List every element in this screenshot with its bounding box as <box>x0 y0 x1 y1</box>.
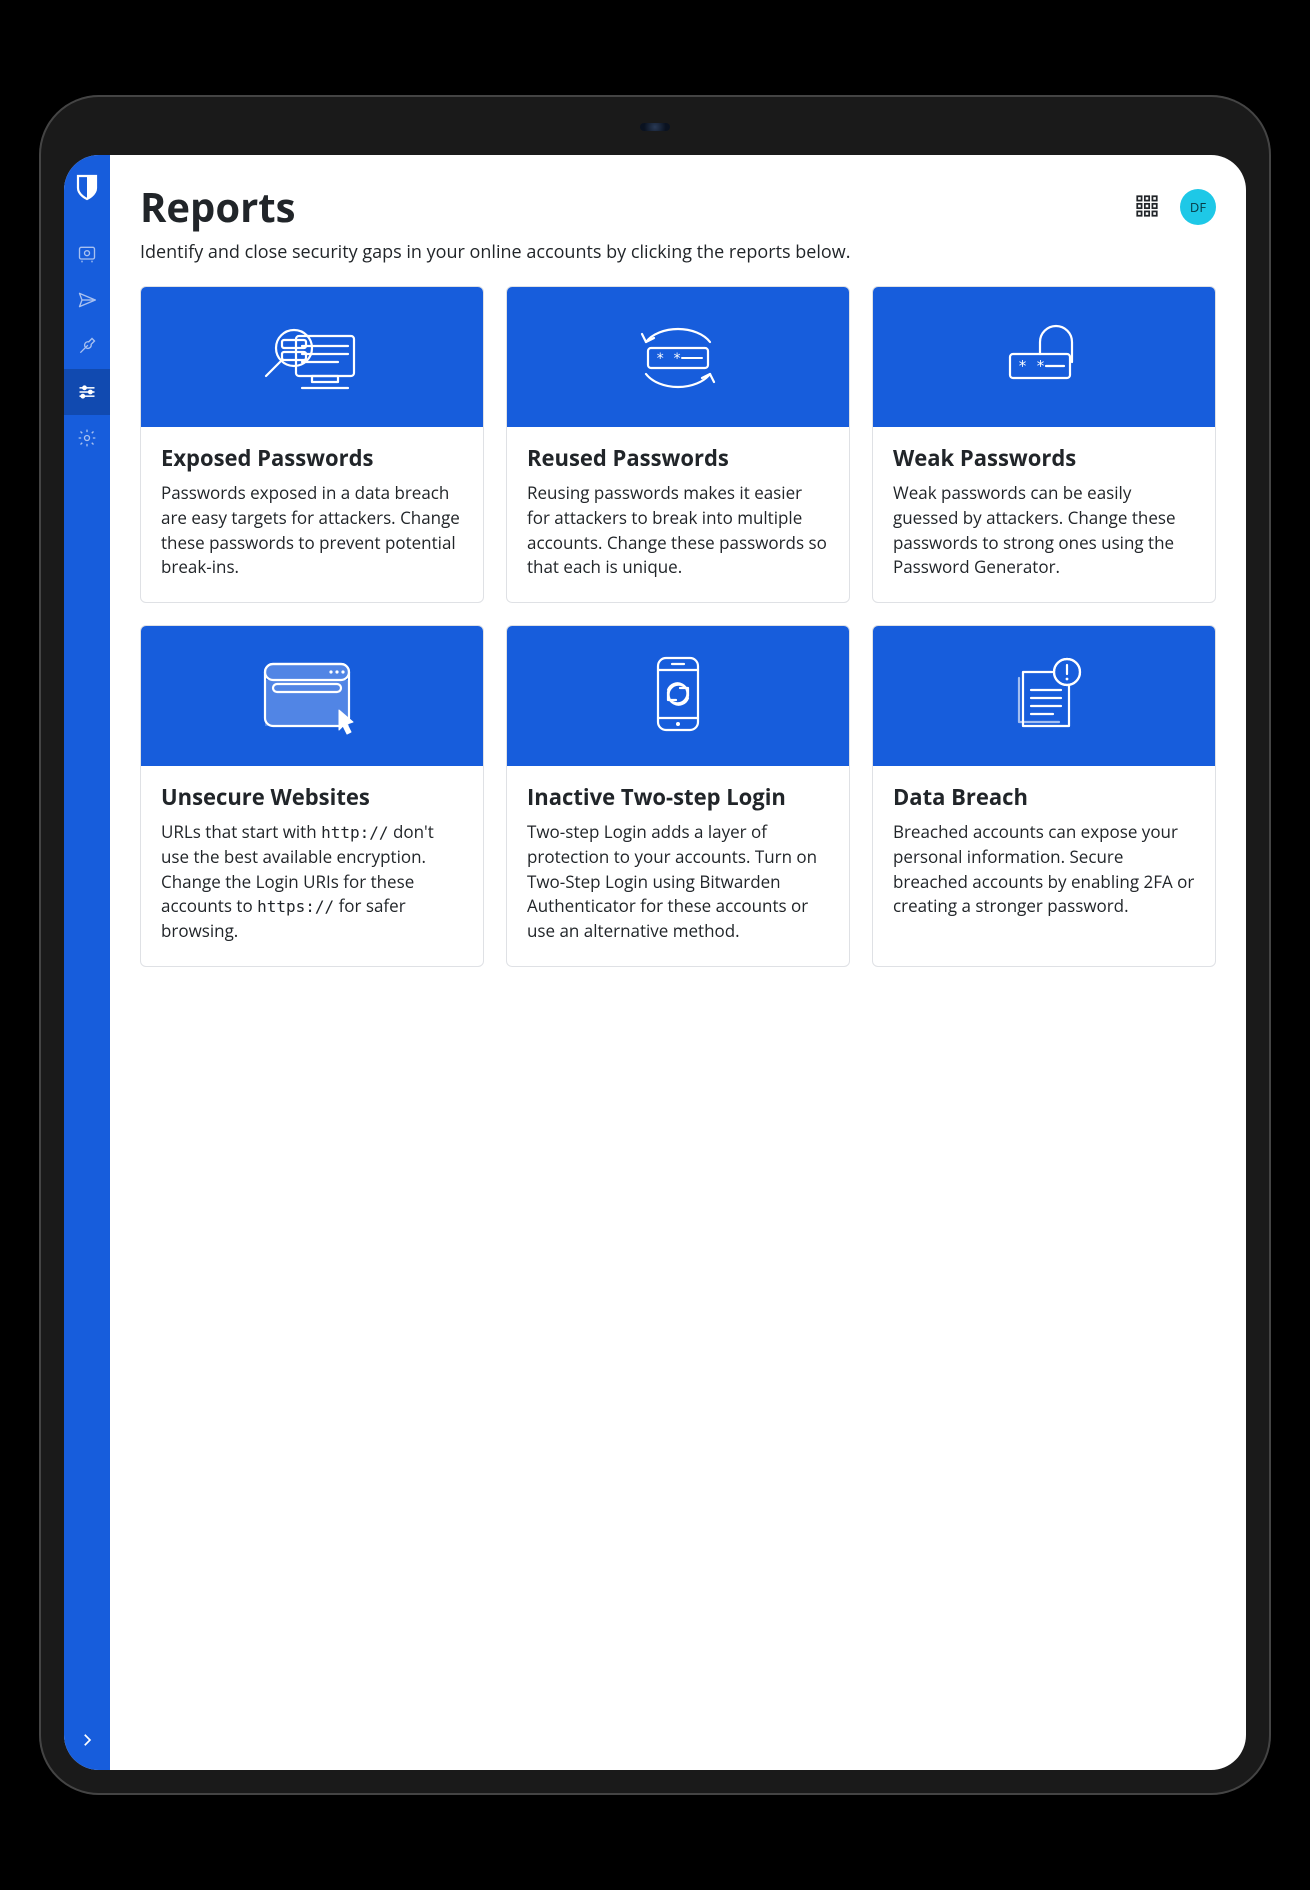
avatar-initials: DF <box>1190 198 1206 216</box>
report-card-exposed-passwords[interactable]: Exposed Passwords Passwords exposed in a … <box>140 286 484 603</box>
app-screen: Reports DF <box>64 155 1246 1770</box>
chevron-right-icon <box>78 1731 96 1749</box>
vault-icon <box>77 244 97 264</box>
report-card-title: Inactive Two-step Login <box>527 784 829 810</box>
report-card-inactive-2fa[interactable]: Inactive Two-step Login Two-step Login ad… <box>506 625 850 967</box>
page-header-row: Reports DF <box>140 179 1216 234</box>
report-card-title: Weak Passwords <box>893 445 1195 471</box>
report-card-title: Reused Passwords <box>527 445 829 471</box>
report-card-reused-passwords[interactable]: * * Reused Passwords Reusing passwords ma… <box>506 286 850 603</box>
svg-text:* *: * * <box>1018 357 1045 375</box>
report-card-body: Reused Passwords Reusing passwords makes … <box>507 427 849 602</box>
sidebar-item-reports[interactable] <box>64 369 110 415</box>
avatar[interactable]: DF <box>1180 189 1216 225</box>
report-card-description: Two-step Login adds a layer of protectio… <box>527 820 829 943</box>
report-card-weak-passwords[interactable]: * * Weak Passwords Weak passwords can be … <box>872 286 1216 603</box>
sidebar-item-send[interactable] <box>64 277 110 323</box>
inactive-2fa-icon <box>507 626 849 766</box>
report-card-title: Data Breach <box>893 784 1195 810</box>
sidebar-item-settings[interactable] <box>64 415 110 461</box>
weak-passwords-icon: * * <box>873 287 1215 427</box>
data-breach-icon <box>873 626 1215 766</box>
exposed-passwords-icon <box>141 287 483 427</box>
report-card-body: Exposed Passwords Passwords exposed in a … <box>141 427 483 602</box>
gear-icon <box>77 428 97 448</box>
report-card-description: Weak passwords can be easily guessed by … <box>893 481 1195 580</box>
unsecure-websites-icon <box>141 626 483 766</box>
report-card-body: Data Breach Breached accounts can expose … <box>873 766 1215 941</box>
report-card-description: Passwords exposed in a data breach are e… <box>161 481 463 580</box>
wrench-icon <box>77 336 97 356</box>
report-card-data-breach[interactable]: Data Breach Breached accounts can expose … <box>872 625 1216 967</box>
svg-text:* *: * * <box>656 351 681 367</box>
main-content: Reports DF <box>110 155 1246 1770</box>
header-actions: DF <box>1134 189 1216 225</box>
sidebar <box>64 155 110 1770</box>
page-title: Reports <box>140 179 296 234</box>
report-card-body: Unsecure Websites URLs that start with ht… <box>141 766 483 966</box>
tablet-camera <box>640 123 670 131</box>
report-card-description: URLs that start with http:// don't use t… <box>161 820 463 943</box>
report-card-body: Inactive Two-step Login Two-step Login ad… <box>507 766 849 966</box>
report-card-title: Exposed Passwords <box>161 445 463 471</box>
report-card-title: Unsecure Websites <box>161 784 463 810</box>
sidebar-expand-button[interactable] <box>64 1720 110 1760</box>
sidebar-item-vault[interactable] <box>64 231 110 277</box>
app-switcher-button[interactable] <box>1134 193 1162 221</box>
reports-grid: Exposed Passwords Passwords exposed in a … <box>140 286 1216 967</box>
send-icon <box>77 290 97 310</box>
reused-passwords-icon: * * <box>507 287 849 427</box>
grid-icon <box>1134 202 1160 224</box>
sliders-icon <box>77 382 97 402</box>
report-card-description: Breached accounts can expose your person… <box>893 820 1195 919</box>
report-card-body: Weak Passwords Weak passwords can be easi… <box>873 427 1215 602</box>
report-card-unsecure-websites[interactable]: Unsecure Websites URLs that start with ht… <box>140 625 484 967</box>
sidebar-item-tools[interactable] <box>64 323 110 369</box>
app-logo-icon[interactable] <box>75 173 99 201</box>
page-subtitle: Identify and close security gaps in your… <box>140 240 1216 264</box>
report-card-description: Reusing passwords makes it easier for at… <box>527 481 829 580</box>
tablet-frame: Reports DF <box>39 95 1271 1795</box>
